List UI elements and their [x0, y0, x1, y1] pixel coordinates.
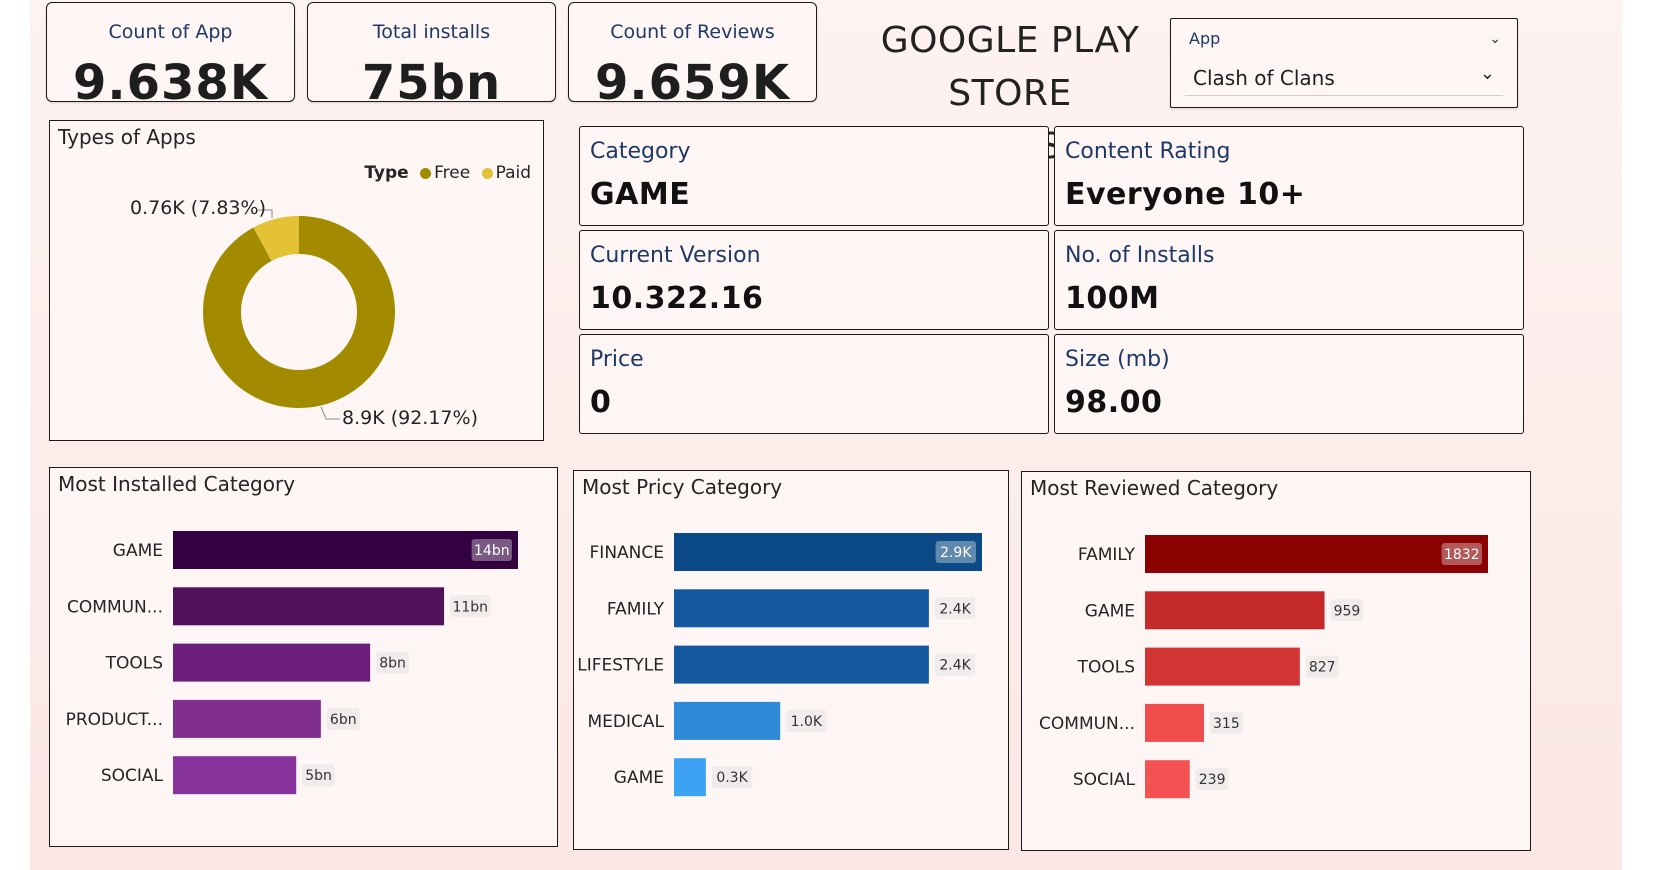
most-reviewed-bar-chart[interactable]: FAMILY 1832 GAME 959 TOOLS 827 COMMUN... 315 SOC… [1022, 472, 1532, 852]
kpi-card-count-of-reviews[interactable]: Count of Reviews 9.659K [568, 2, 817, 111]
types-of-apps-panel[interactable]: Types of Apps Type Free Paid 0.76K (7.83… [49, 120, 544, 441]
donut-chart[interactable] [50, 121, 545, 442]
data-label: 2.9K [940, 545, 972, 561]
bar[interactable] [674, 589, 929, 628]
info-card-no-of-installs[interactable]: No. of Installs 100M [1054, 230, 1524, 330]
kpi-card-total-installs[interactable]: Total installs 75bn [307, 2, 556, 111]
data-label: 959 [1334, 603, 1361, 619]
bar[interactable] [173, 699, 321, 738]
info-value: 100M [1065, 281, 1160, 316]
most-installed-category-panel[interactable]: Most Installed Category GAME 14bn COMMUN..… [49, 467, 558, 847]
bar[interactable] [674, 701, 781, 740]
data-label: 11bn [452, 599, 488, 615]
leader-line-free [320, 406, 340, 420]
info-label: Category [590, 139, 691, 164]
info-card-price[interactable]: Price 0 [579, 334, 1049, 434]
kpi-label: Count of Reviews [610, 21, 775, 43]
category-tick-label: SOCIAL [1073, 770, 1136, 790]
data-label: 8bn [379, 656, 406, 672]
info-label: Size (mb) [1065, 347, 1170, 372]
bar[interactable] [173, 756, 297, 795]
category-tick-label: FINANCE [590, 543, 664, 563]
info-card-content-rating[interactable]: Content Rating Everyone 10+ [1054, 126, 1524, 226]
category-tick-label: TOOLS [1077, 658, 1135, 678]
kpi-label: Count of App [108, 21, 233, 43]
data-label: 1832 [1444, 547, 1480, 563]
data-label: 827 [1309, 660, 1336, 676]
bar[interactable] [1145, 647, 1300, 686]
most-reviewed-category-panel[interactable]: Most Reviewed Category FAMILY 1832 GAME 959… [1021, 471, 1531, 851]
bar[interactable] [1145, 591, 1325, 630]
bar[interactable] [173, 587, 445, 626]
category-tick-label: LIFESTYLE [577, 656, 664, 676]
info-label: Content Rating [1065, 139, 1231, 164]
donut-label-paid: 0.76K (7.83%) [130, 197, 266, 219]
category-tick-label: SOCIAL [101, 766, 164, 786]
category-tick-label: GAME [1085, 601, 1135, 621]
most-pricy-bar-chart[interactable]: FINANCE 2.9K FAMILY 2.4K LIFESTYLE 2.4K MEDICA… [574, 471, 1010, 851]
page-title-line-1: GOOGLE PLAY [880, 20, 1140, 61]
bar[interactable] [1145, 760, 1190, 799]
data-label: 2.4K [939, 601, 971, 617]
slicer-selected-value: Clash of Clans [1193, 66, 1335, 90]
slicer-dropdown[interactable]: Clash of Clans ⌄ [1185, 57, 1503, 96]
kpi-card-count-of-app[interactable]: Count of App 9.638K [46, 2, 295, 111]
data-label: 6bn [330, 712, 357, 728]
info-value: 0 [590, 385, 612, 420]
bar[interactable] [173, 643, 371, 682]
info-value: GAME [590, 177, 691, 212]
category-tick-label: FAMILY [607, 599, 665, 619]
info-card-current-version[interactable]: Current Version 10.322.16 [579, 230, 1049, 330]
data-label: 315 [1213, 716, 1240, 732]
data-label: 14bn [474, 543, 510, 559]
data-label: 0.3K [716, 770, 748, 786]
info-label: Price [590, 347, 644, 372]
info-card-size[interactable]: Size (mb) 98.00 [1054, 334, 1524, 434]
data-label: 1.0K [791, 714, 823, 730]
info-value: 98.00 [1065, 385, 1163, 420]
data-label: 2.4K [939, 658, 971, 674]
info-label: No. of Installs [1065, 243, 1215, 268]
bar[interactable] [1145, 535, 1488, 573]
chevron-down-icon[interactable]: ⌄ [1489, 31, 1501, 47]
bar[interactable] [674, 758, 706, 797]
category-tick-label: COMMUN... [67, 597, 163, 617]
category-tick-label: TOOLS [105, 654, 163, 674]
bar[interactable] [173, 531, 518, 569]
dropdown-arrow-icon[interactable]: ⌄ [1480, 63, 1495, 84]
donut-label-free: 8.9K (92.17%) [342, 407, 478, 429]
info-label: Current Version [590, 243, 761, 268]
kpi-value: 9.659K [594, 55, 791, 111]
category-tick-label: FAMILY [1078, 545, 1136, 565]
data-label: 239 [1199, 772, 1226, 788]
kpi-label: Total installs [372, 21, 491, 43]
most-installed-bar-chart[interactable]: GAME 14bn COMMUN... 11bn TOOLS 8bn PRODUCT... 6… [50, 468, 559, 848]
category-tick-label: COMMUN... [1039, 714, 1135, 734]
kpi-value: 75bn [361, 55, 502, 111]
category-tick-label: MEDICAL [588, 712, 665, 732]
category-tick-label: GAME [614, 768, 664, 788]
info-value: 10.322.16 [590, 281, 764, 316]
info-card-category[interactable]: Category GAME [579, 126, 1049, 226]
slicer-title: App [1189, 29, 1221, 48]
app-slicer[interactable]: App ⌄ Clash of Clans ⌄ [1170, 18, 1518, 108]
category-tick-label: PRODUCT... [66, 710, 163, 730]
bar[interactable] [674, 645, 929, 684]
data-label: 5bn [305, 768, 332, 784]
info-value: Everyone 10+ [1065, 177, 1306, 212]
most-pricy-category-panel[interactable]: Most Pricy Category FINANCE 2.9K FAMILY 2.4… [573, 470, 1009, 850]
bar[interactable] [1145, 703, 1204, 742]
kpi-value: 9.638K [72, 55, 269, 111]
category-tick-label: GAME [113, 541, 163, 561]
